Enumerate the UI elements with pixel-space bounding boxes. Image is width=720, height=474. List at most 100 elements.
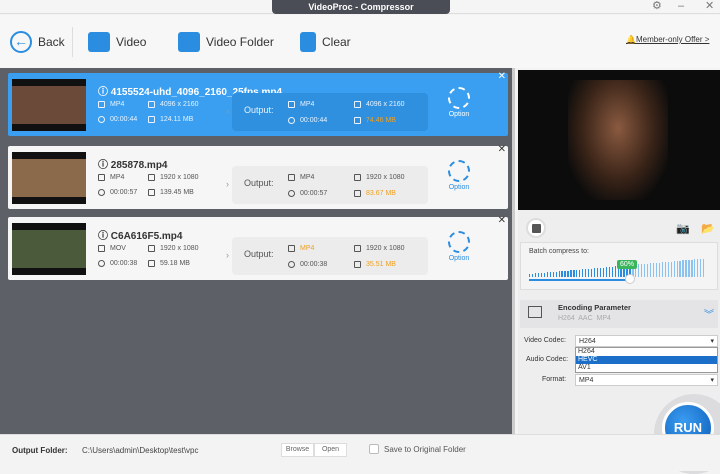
option-label: Option [448,255,470,262]
slider-tick [644,263,646,277]
slider-tick [700,258,702,277]
save-original-label: Save to Original Folder [384,445,466,454]
preview-image [568,80,668,200]
output-size: 74.46 MB [354,117,396,124]
video-preview [518,70,720,210]
slider-tick [667,261,669,277]
slider-tick [676,261,678,277]
film-icon [288,174,295,181]
encoding-parameter-header[interactable]: Encoding Parameter H264 AAC MP4 ︾ [520,300,718,328]
out-size-text: 35.51 MB [366,261,396,268]
option-button[interactable]: Option [444,160,474,191]
film-icon [98,101,105,108]
out-format-text: MP4 [300,101,315,108]
out-duration-text: 00:00:44 [300,117,328,124]
option-button[interactable]: Option [444,87,474,118]
gear-icon [448,87,470,109]
open-folder-icon[interactable]: 📂 [701,222,715,235]
slider-handle[interactable] [625,274,635,284]
member-offer-link[interactable]: 🔔Member-only Offer > [626,35,709,44]
compress-box: Batch compress to: 60% [520,242,718,290]
slider-tick [585,269,587,277]
output-size: 83.67 MB [354,190,396,197]
add-video-button[interactable]: Video [88,29,146,55]
toolbar: ← Back Video Video Folder Clear 🔔Member-… [0,15,720,68]
size-text: 59.18 MB [160,260,190,267]
film-icon [98,245,105,252]
resolution-icon [148,101,155,108]
output-box: Output: MP4 1920 x 1080 00:00:57 83.67 M… [232,166,428,204]
slider-tick [534,273,537,277]
slider-tick [655,262,658,277]
file-list: ⓘ 4155524-uhd_4096_2160_25fps.mp4 MP4 40… [0,68,515,434]
slider-tick [608,266,610,277]
source-resolution: 1920 x 1080 [148,174,199,181]
slider-tick [543,272,546,277]
open-button[interactable]: Open [314,443,347,457]
slider-tick [691,259,693,277]
slider-tick [561,271,563,277]
video-codec-select[interactable]: H264 ▾ [575,335,718,347]
codec-option-highlighted[interactable]: HEVC [576,356,717,364]
close-window-button[interactable]: ✕ [705,0,714,13]
slider-tick [582,269,584,277]
codec-option[interactable]: AV1 [576,364,717,372]
clock-icon [98,260,105,267]
output-resolution: 1920 x 1080 [354,245,405,252]
slider-tick [688,259,690,277]
settings-icon[interactable]: ⚙ [652,0,662,13]
settings-panel: 📷 📂 Batch compress to: 60% Encoding Para… [518,210,720,474]
file-card[interactable]: ⓘ 4155524-uhd_4096_2160_25fps.mp4 MP4 40… [8,71,508,136]
remove-file-button[interactable]: ✕ [498,215,506,226]
duration-text: 00:00:44 [110,116,138,123]
slider-tick [549,272,551,277]
output-duration: 00:00:44 [288,117,327,124]
output-label: Output: [244,249,274,259]
offer-text: Member-only Offer > [635,35,710,44]
out-format-text: MP4 [300,245,315,252]
gear-icon [448,231,470,253]
file-name-text: 285878.mp4 [110,160,168,171]
add-folder-label: Video Folder [206,35,274,49]
gear-icon [448,160,470,182]
clock-icon [98,116,105,123]
back-button[interactable]: ← Back [10,29,65,55]
format-value: MP4 [579,377,594,384]
arrow-icon: › [226,179,229,189]
file-card[interactable]: ⓘ 285878.mp4 MP4 1920 x 1080 00:00:57 13… [8,144,508,209]
expand-icon[interactable]: ︾ [704,306,714,321]
slider-tick [694,259,696,277]
remove-file-button[interactable]: ✕ [498,71,506,82]
video-thumbnail [12,152,86,204]
output-duration: 00:00:57 [288,190,327,197]
add-video-folder-button[interactable]: Video Folder [178,29,274,55]
slider-tick [555,271,557,277]
resolution-icon [354,101,361,108]
output-label: Output: [244,178,274,188]
slider-tick [558,271,560,277]
video-codec-value: H264 [579,338,596,345]
remove-file-button[interactable]: ✕ [498,144,506,155]
file-name: ⓘ 285878.mp4 [98,160,168,171]
file-card[interactable]: ⓘ C6A616F5.mp4 MOV 1920 x 1080 00:00:38 … [8,215,508,280]
slider-tick [546,272,548,277]
codec-option[interactable]: H264 [576,348,717,356]
slider-tick [658,262,661,277]
file-icon [148,260,155,267]
stop-button[interactable] [526,218,546,238]
duration-text: 00:00:38 [110,260,138,267]
slider-tick [652,263,655,277]
clear-button[interactable]: Clear [300,29,351,55]
source-format: MP4 [98,101,124,108]
format-select[interactable]: MP4 ▾ [575,374,718,386]
out-resolution-text: 1920 x 1080 [366,174,405,181]
snapshot-icon[interactable]: 📷 [676,222,690,235]
save-original-checkbox[interactable] [369,444,379,454]
minimize-button[interactable]: – [678,0,684,13]
clear-label: Clear [322,35,351,49]
option-button[interactable]: Option [444,231,474,262]
browse-button[interactable]: Browse [281,443,314,457]
compress-label: Batch compress to: [529,248,589,255]
out-duration-text: 00:00:38 [300,261,328,268]
file-icon [354,261,361,268]
